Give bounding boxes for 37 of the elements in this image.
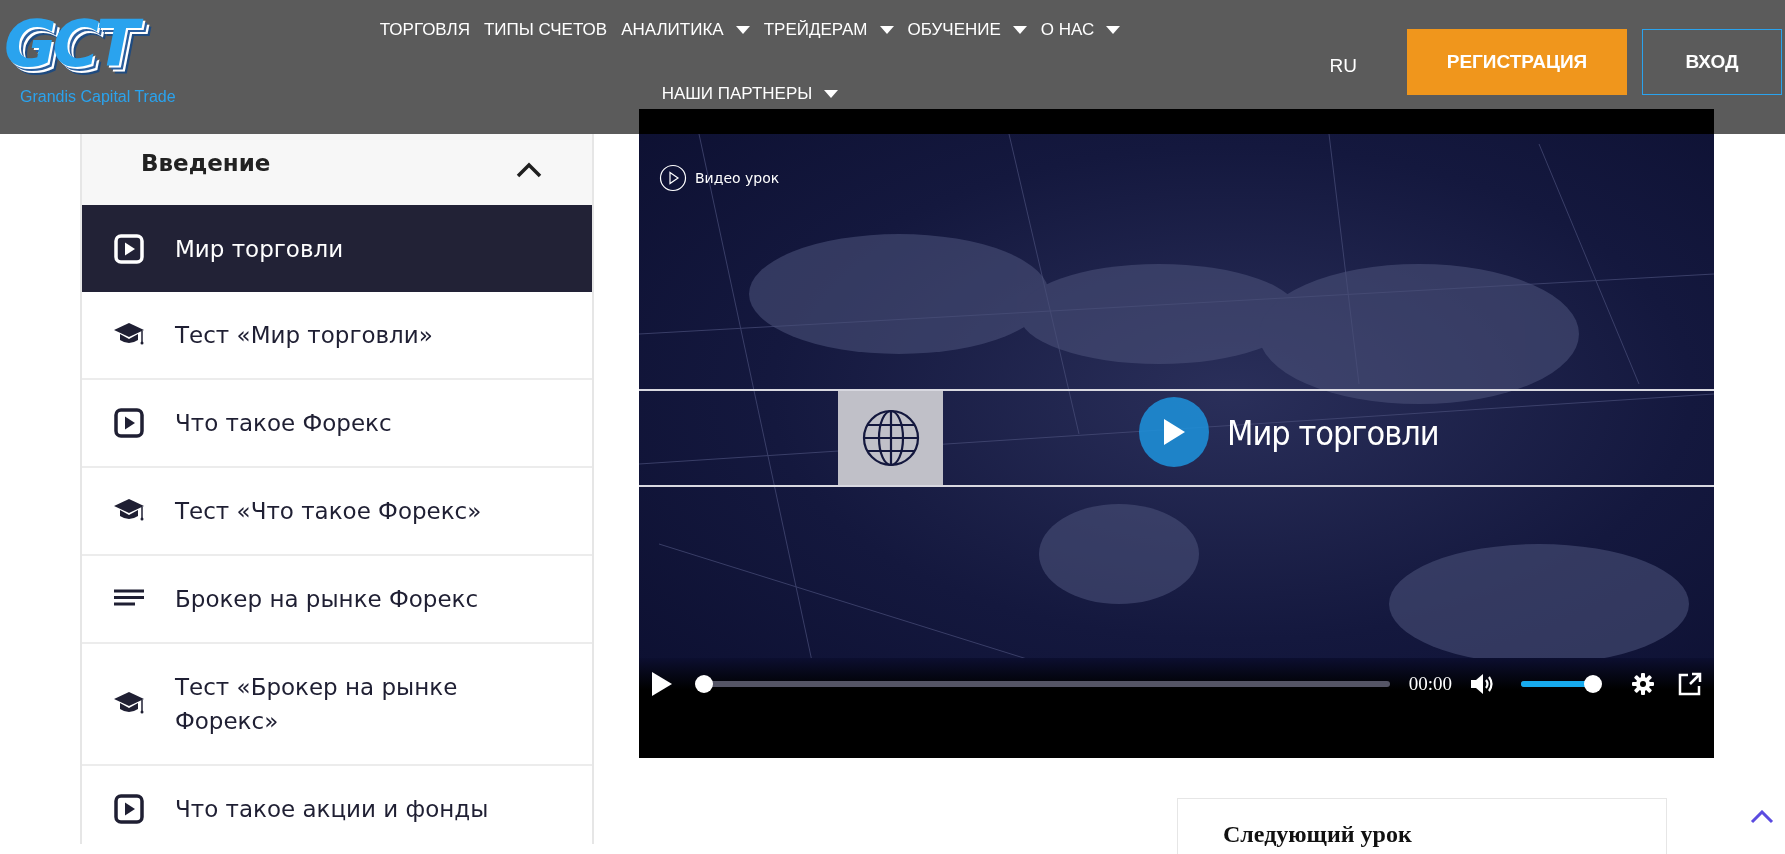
section-title: Введение (141, 149, 271, 176)
lesson-item[interactable]: Что такое Форекс (82, 380, 592, 468)
nav-link[interactable]: ТИПЫ СЧЕТОВ (483, 20, 608, 40)
play-icon (1161, 417, 1187, 447)
nav-link[interactable]: ТОРГОВЛЯ (379, 20, 470, 40)
chevron-up-icon[interactable] (1750, 810, 1774, 824)
video-badge-label: Видео урок (695, 170, 780, 186)
settings-icon[interactable] (1632, 673, 1654, 695)
lesson-item[interactable]: Тест «Мир торговли» (82, 292, 592, 380)
login-button[interactable]: ВХОД (1642, 29, 1782, 95)
lesson-item[interactable]: Мир торговли (82, 205, 592, 292)
language-link[interactable]: RU (1329, 55, 1357, 77)
nav-link[interactable]: О НАС (1040, 20, 1121, 40)
slider-thumb[interactable] (1584, 675, 1602, 693)
nav-link[interactable]: ТРЕЙДЕРАМ (763, 20, 894, 40)
play-circle-icon (659, 164, 687, 192)
globe-icon (860, 408, 921, 468)
play-square-icon (114, 408, 144, 438)
nav-link[interactable]: ОБУЧЕНИЕ (907, 20, 1027, 40)
volume-icon[interactable] (1470, 672, 1496, 696)
chevron-up-icon[interactable] (516, 161, 542, 178)
external-link-icon[interactable] (1678, 672, 1702, 696)
play-square-icon (114, 794, 144, 824)
lesson-item[interactable]: Что такое акции и фонды (82, 766, 592, 844)
nav-link[interactable]: НАШИ ПАРТНЕРЫ (661, 84, 839, 104)
nav-link[interactable]: АНАЛИТИКА (621, 20, 750, 40)
lesson-item[interactable]: Брокер на рынке Форекс (82, 556, 592, 644)
lesson-item[interactable]: Тест «Брокер на рынке Форекс» (82, 644, 592, 766)
time-display: 00:00 (1408, 673, 1452, 695)
next-lesson-heading: Следующий урок (1223, 821, 1413, 848)
video-frame[interactable]: Видео урок Мир торговли 00:00 (639, 134, 1714, 710)
play-icon[interactable] (651, 671, 673, 697)
slider-thumb[interactable] (695, 675, 713, 693)
video-title: Мир торговли (1227, 413, 1439, 453)
lesson-item[interactable]: Тест «Что такое Форекс» (82, 468, 592, 556)
logo-subtitle: Grandis Capital Trade (20, 88, 176, 106)
play-square-icon (114, 233, 144, 264)
